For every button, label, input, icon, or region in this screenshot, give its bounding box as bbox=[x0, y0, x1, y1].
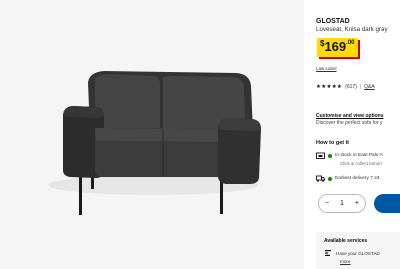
quantity-value: 1 bbox=[340, 200, 344, 207]
delivery-row[interactable]: Earliest delivery 7.24. bbox=[316, 175, 381, 182]
law-label-link[interactable]: Law Label bbox=[316, 66, 337, 71]
store-stock-text: In stock in East Palo A bbox=[335, 153, 383, 158]
price-tag: $169.00 bbox=[317, 38, 358, 57]
click-collect-text: Click & collect tomorr bbox=[340, 161, 383, 166]
customise-link[interactable]: Customise and view options bbox=[316, 113, 384, 119]
quantity-stepper[interactable]: − 1 + bbox=[318, 194, 366, 213]
sofa-image bbox=[48, 71, 261, 215]
star-rating-icon: ★★★★★ bbox=[316, 84, 343, 90]
price-decimals: .00 bbox=[346, 40, 355, 46]
decrease-quantity-button[interactable]: − bbox=[325, 200, 329, 207]
delivery-dot-icon bbox=[328, 176, 332, 181]
customise-subtitle: Discover the perfect sofa for y bbox=[316, 120, 383, 126]
available-services-section: Available services Have your GLOSTAD mor… bbox=[316, 232, 400, 269]
price-integer: 169 bbox=[324, 39, 347, 54]
delivery-text: Earliest delivery 7.24. bbox=[335, 176, 381, 181]
in-stock-dot-icon bbox=[328, 153, 332, 158]
store-stock-row[interactable]: In stock in East Palo A bbox=[316, 152, 383, 159]
services-title: Available services bbox=[324, 238, 368, 244]
store-icon bbox=[316, 152, 325, 159]
rating-separator: | bbox=[359, 84, 362, 90]
services-text: Have your GLOSTAD bbox=[336, 250, 380, 256]
truck-icon bbox=[316, 175, 325, 182]
product-description: Loveseat, Knisa dark gray bbox=[316, 26, 388, 33]
price-currency: $ bbox=[320, 39, 325, 48]
increase-quantity-button[interactable]: + bbox=[355, 200, 359, 207]
product-info-panel: GLOSTAD Loveseat, Knisa dark gray $169.0… bbox=[316, 0, 400, 269]
services-row: Have your GLOSTAD bbox=[324, 249, 380, 257]
add-to-bag-button[interactable] bbox=[374, 194, 400, 213]
assembly-icon bbox=[325, 250, 331, 256]
rating-row[interactable]: ★★★★★ (617) | Q&A bbox=[316, 84, 375, 90]
services-more-link[interactable]: more bbox=[340, 259, 350, 264]
qa-link[interactable]: Q&A bbox=[364, 84, 375, 90]
how-to-get-heading: How to get it bbox=[316, 140, 349, 146]
product-name: GLOSTAD bbox=[316, 18, 350, 25]
product-image[interactable] bbox=[0, 0, 304, 269]
review-count: (617) bbox=[345, 84, 357, 90]
